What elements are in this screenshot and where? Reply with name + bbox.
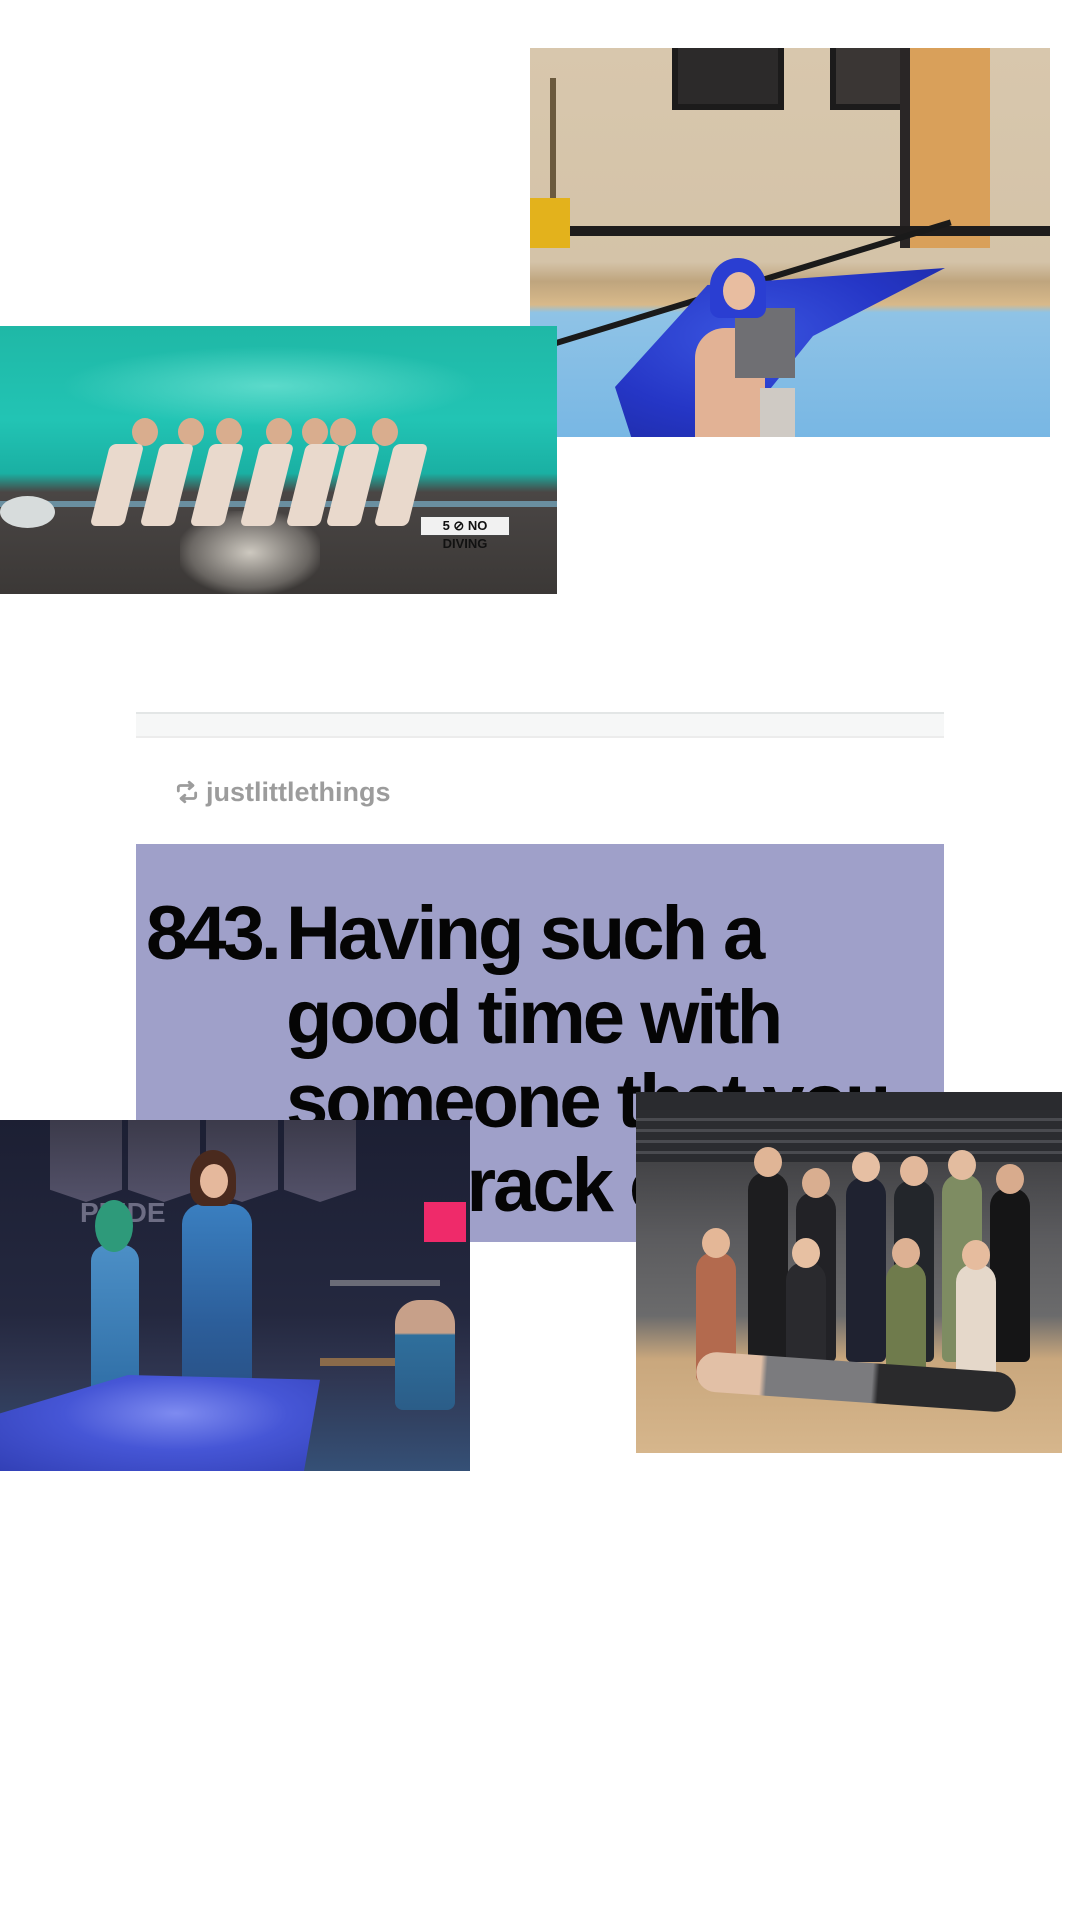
swimmer-head bbox=[266, 418, 292, 446]
team-member-head bbox=[802, 1168, 830, 1198]
reblog-username[interactable]: justlittlethings bbox=[206, 777, 391, 808]
pool-water-highlight bbox=[60, 346, 480, 426]
seated-performer bbox=[675, 258, 795, 437]
team-member-head bbox=[754, 1147, 782, 1177]
swimmer-legs bbox=[373, 444, 429, 526]
team-member-head bbox=[948, 1150, 976, 1180]
screen: 5 ⊘ NO DIVING justlittlethings 843. Havi… bbox=[0, 0, 1080, 1920]
team-member-head bbox=[792, 1238, 820, 1268]
wall-rail bbox=[330, 1280, 440, 1286]
post-image-number: 843. bbox=[146, 891, 282, 976]
team-member bbox=[886, 1262, 926, 1380]
swimmer-head bbox=[132, 418, 158, 446]
depth-marker: 5 ⊘ NO DIVING bbox=[420, 516, 510, 551]
reblog-icon bbox=[176, 780, 198, 804]
reblog-attribution[interactable]: justlittlethings bbox=[174, 772, 391, 812]
team-member-head bbox=[996, 1164, 1024, 1194]
team-member bbox=[846, 1177, 886, 1362]
team-group-photo bbox=[636, 1092, 1062, 1453]
swimmer-legs bbox=[89, 444, 145, 526]
swimmer-head bbox=[302, 418, 328, 446]
seated-performer bbox=[395, 1300, 455, 1410]
swimmer-head bbox=[216, 418, 242, 446]
mop-bucket bbox=[530, 198, 570, 248]
practice-gym-photo bbox=[530, 48, 1050, 437]
pool-group-photo: 5 ⊘ NO DIVING bbox=[0, 326, 557, 594]
team-member bbox=[956, 1264, 996, 1382]
team-member-head bbox=[962, 1240, 990, 1270]
swimmer-head bbox=[330, 418, 356, 446]
mop-handle bbox=[550, 78, 556, 208]
performer-shirt bbox=[735, 308, 795, 378]
post-divider-band bbox=[136, 714, 944, 738]
team-member-head bbox=[892, 1238, 920, 1268]
pink-sign bbox=[424, 1202, 466, 1242]
wall-banner bbox=[50, 1120, 122, 1202]
team-member bbox=[990, 1188, 1030, 1362]
team-member-head bbox=[702, 1228, 730, 1258]
blue-silk-flag bbox=[0, 1375, 320, 1471]
performer-face bbox=[200, 1164, 228, 1198]
team-member-head bbox=[852, 1152, 880, 1182]
lead-performer bbox=[160, 1150, 270, 1410]
gym-door bbox=[900, 48, 990, 248]
wall-banner bbox=[284, 1120, 356, 1202]
performer-costume bbox=[182, 1204, 252, 1404]
gym-baseboard bbox=[530, 226, 1050, 236]
swimmer-head bbox=[178, 418, 204, 446]
performance-photo: PRIDE bbox=[0, 1120, 470, 1471]
pool-drain bbox=[0, 496, 55, 528]
bleachers bbox=[636, 1110, 1062, 1162]
performer-shorts bbox=[760, 388, 795, 437]
team-member bbox=[748, 1172, 788, 1362]
swimmer-head bbox=[372, 418, 398, 446]
gym-window bbox=[672, 48, 784, 110]
performer-face bbox=[723, 272, 755, 310]
performer-hair bbox=[95, 1200, 133, 1252]
team-member-head bbox=[900, 1156, 928, 1186]
